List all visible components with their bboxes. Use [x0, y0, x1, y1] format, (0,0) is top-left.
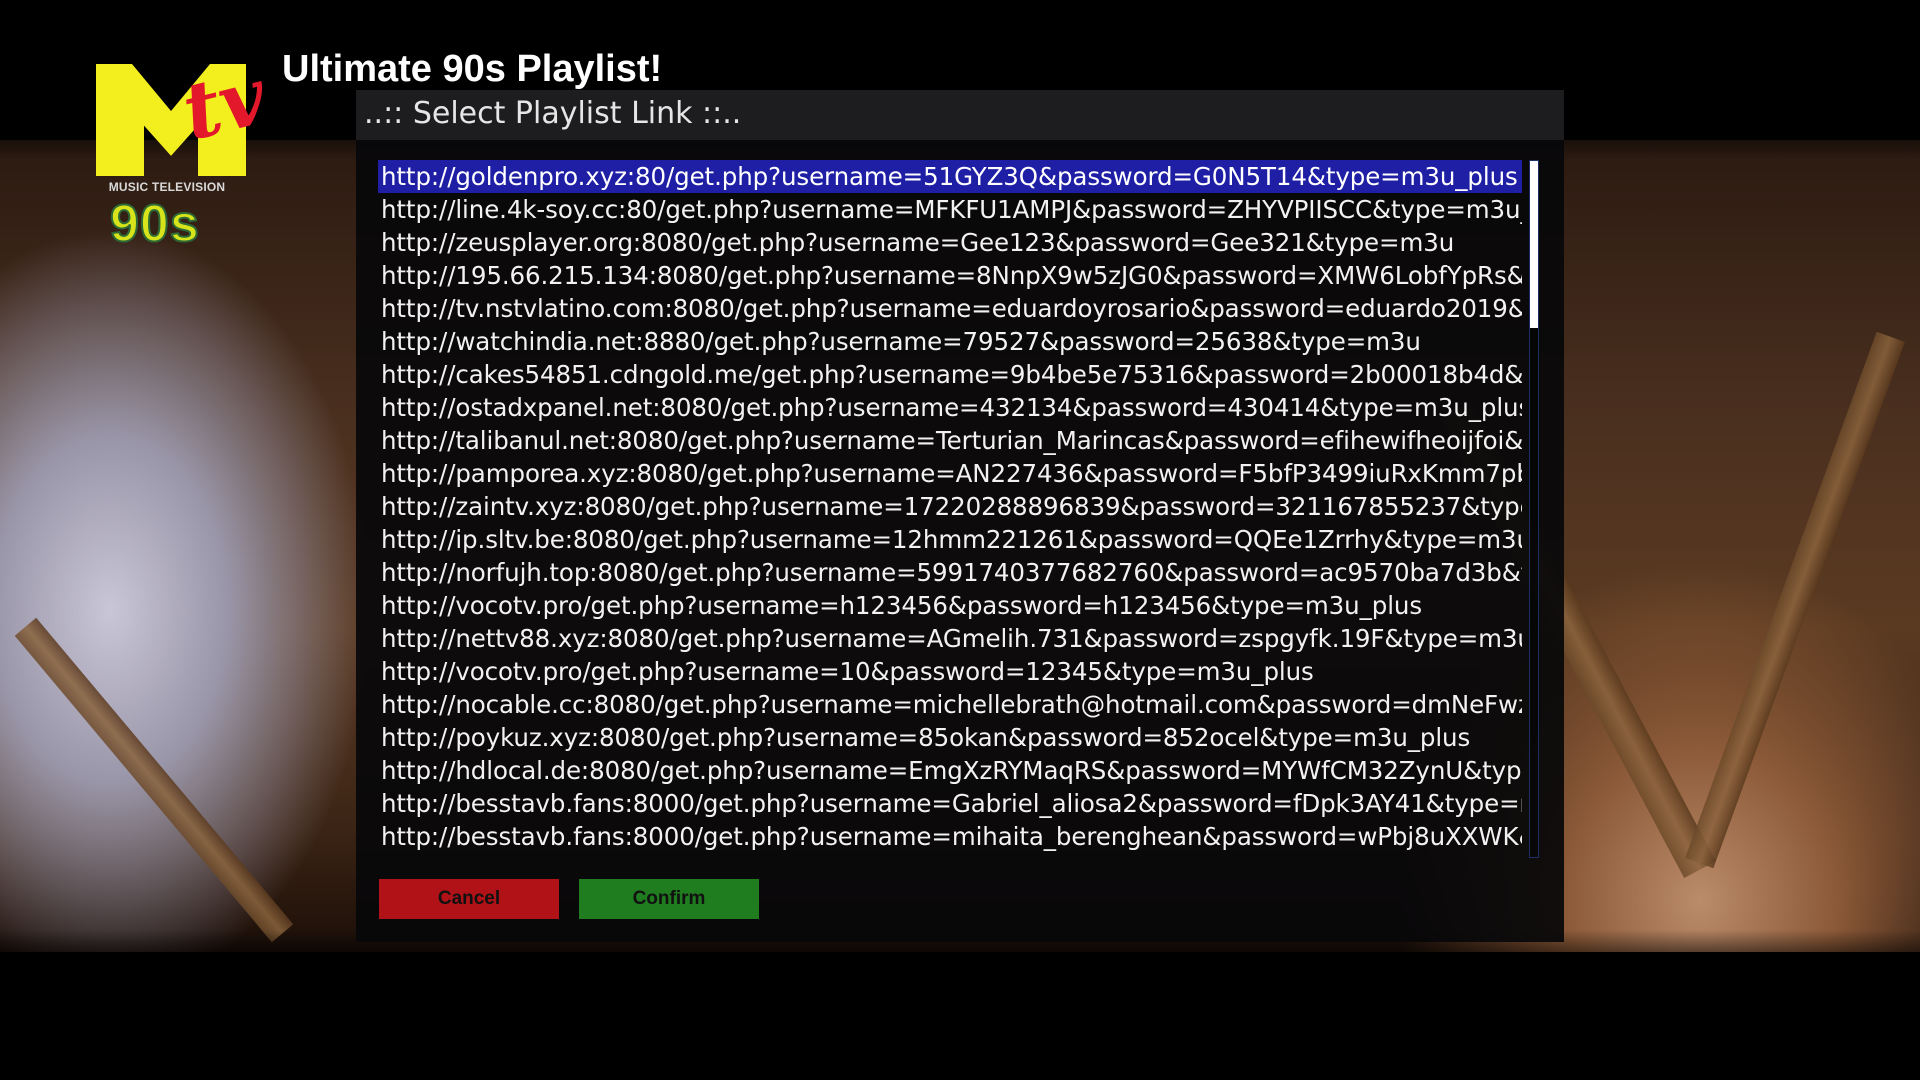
playlist-link-item[interactable]: http://hdlocal.de:8080/get.php?username=… [378, 754, 1522, 787]
playlist-link-item[interactable]: http://ip.sltv.be:8080/get.php?username=… [378, 523, 1522, 556]
playlist-link-item[interactable]: http://goldenpro.xyz:80/get.php?username… [378, 160, 1522, 193]
playlist-link-list[interactable]: http://goldenpro.xyz:80/get.php?username… [378, 160, 1544, 948]
playlist-link-item[interactable]: http://zaintv.xyz:8080/get.php?username=… [378, 490, 1522, 523]
dialog-header: ..:: Select Playlist Link ::.. [356, 90, 1564, 140]
playlist-link-item[interactable]: http://poykuz.xyz:8080/get.php?username=… [378, 721, 1522, 754]
playlist-link-item[interactable]: http://talibanul.net:8080/get.php?userna… [378, 424, 1522, 457]
dialog-title: ..:: Select Playlist Link ::.. [364, 96, 742, 131]
playlist-link-item[interactable]: http://nocable.cc:8080/get.php?username=… [378, 688, 1522, 721]
mtv-subtitle: MUSIC TELEVISION [108, 180, 226, 194]
playlist-link-item[interactable]: http://195.66.215.134:8080/get.php?usern… [378, 259, 1522, 292]
playlist-link-item[interactable]: http://besstavb.fans:8000/get.php?userna… [378, 820, 1522, 853]
mtv-tv-mark: tv [174, 50, 276, 159]
playlist-link-item[interactable]: http://besstavb.fans:8000/get.php?userna… [378, 787, 1522, 820]
select-playlist-dialog: ..:: Select Playlist Link ::.. http://go… [356, 90, 1564, 942]
list-scrollbar[interactable] [1529, 160, 1539, 858]
confirm-button[interactable]: Confirm [579, 879, 759, 919]
playlist-link-item[interactable]: http://line.4k-soy.cc:80/get.php?usernam… [378, 193, 1522, 226]
playlist-link-item[interactable]: http://ostadxpanel.net:8080/get.php?user… [378, 391, 1522, 424]
playlist-link-item[interactable]: http://watchindia.net:8880/get.php?usern… [378, 325, 1522, 358]
cancel-button[interactable]: Cancel [379, 879, 559, 919]
scrollbar-thumb[interactable] [1530, 161, 1538, 328]
playlist-link-item[interactable]: http://tv.nstvlatino.com:8080/get.php?us… [378, 292, 1522, 325]
mtv-90s-logo: tv MUSIC TELEVISION 90s [92, 51, 275, 262]
playlist-link-item[interactable]: http://norfujh.top:8080/get.php?username… [378, 556, 1522, 589]
playlist-link-item[interactable]: http://zeusplayer.org:8080/get.php?usern… [378, 226, 1522, 259]
playlist-link-item[interactable]: http://vocotv.pro/get.php?username=h1234… [378, 589, 1522, 622]
playlist-link-list-items: http://goldenpro.xyz:80/get.php?username… [378, 160, 1522, 858]
show-title: Ultimate 90s Playlist! [282, 48, 663, 90]
mtv-decade: 90s [109, 194, 200, 254]
playlist-link-item[interactable]: http://cakes54851.cdngold.me/get.php?use… [378, 358, 1522, 391]
playlist-link-item[interactable]: http://vocotv.pro/get.php?username=10&pa… [378, 655, 1522, 688]
playlist-link-item[interactable]: http://pamporea.xyz:8080/get.php?usernam… [378, 457, 1522, 490]
playlist-link-item[interactable]: http://nettv88.xyz:8080/get.php?username… [378, 622, 1522, 655]
